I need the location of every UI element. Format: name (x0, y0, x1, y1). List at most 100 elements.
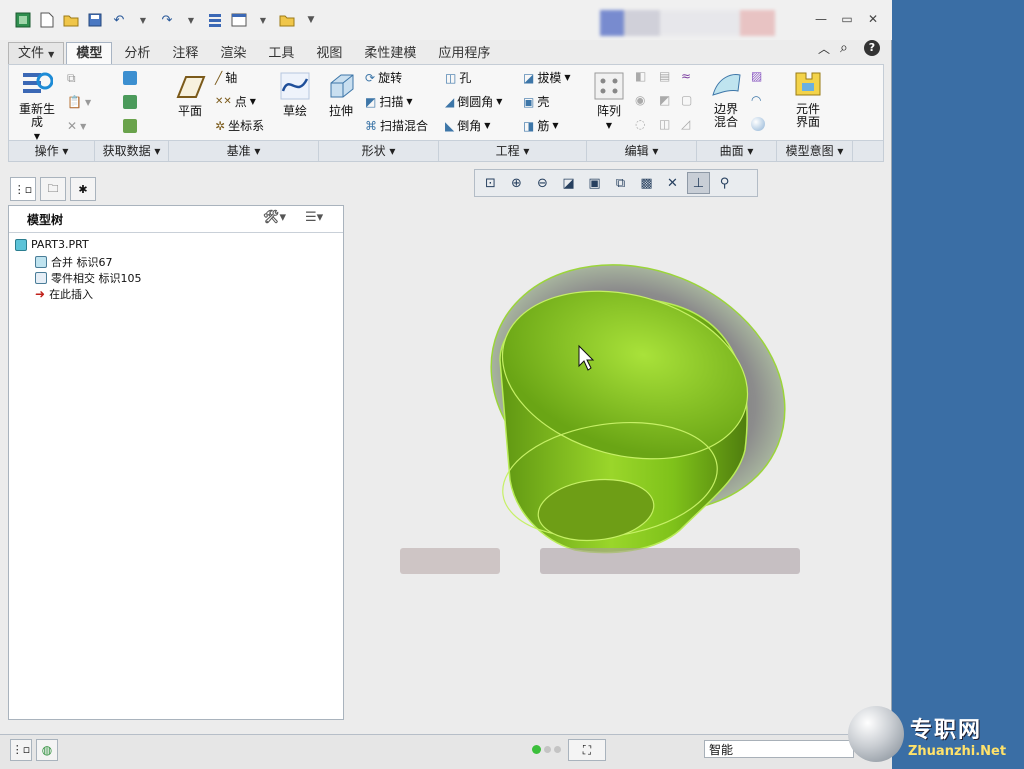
intersect-icon[interactable]: ◌ (635, 117, 645, 131)
point-button[interactable]: ✕✕ 点 ▼ (215, 93, 256, 110)
axis-button[interactable]: ╱ 轴 (215, 69, 237, 86)
show-menu-icon[interactable]: ☰▾ (305, 210, 323, 225)
refit-icon[interactable]: ⊡ (479, 172, 502, 194)
toggle-navigator-icon[interactable]: ⋮▫ (10, 739, 32, 761)
delete-icon[interactable]: ✕ ▼ (67, 119, 86, 133)
tab-file[interactable]: 文件 ▼ (8, 42, 65, 66)
copy-geometry-icon[interactable] (123, 95, 137, 109)
spin-center-icon[interactable]: ⚲ (713, 172, 736, 194)
solidify-icon[interactable]: ◿ (681, 117, 690, 131)
group-editing[interactable]: 编辑 ▾ (587, 141, 697, 161)
tab-view[interactable]: 视图 (306, 42, 352, 66)
boundary-blend-icon (710, 69, 742, 99)
plane-button[interactable]: 平面 (169, 71, 211, 118)
project-icon[interactable]: ≈ (681, 69, 691, 83)
axis-icon: ╱ (215, 70, 223, 85)
new-file-icon[interactable] (38, 11, 56, 29)
customize-qa-icon[interactable]: ▼ (302, 11, 320, 29)
offset-icon[interactable]: ▢ (681, 93, 692, 107)
regenerate-button[interactable]: 重新生成 ▼ (13, 69, 61, 143)
fill-icon[interactable]: ▨ (751, 69, 762, 83)
saved-orientations-icon[interactable]: ⧉ (609, 172, 632, 194)
rib-button[interactable]: ◨ 筋 ▼ (523, 117, 559, 134)
tree-item-part-intersect[interactable]: 零件相交 标识105 (35, 270, 142, 286)
copy-icon[interactable]: ⧉ (67, 71, 76, 86)
paste-icon[interactable]: 📋 ▼ (67, 95, 91, 109)
tab-flexible-modeling[interactable]: 柔性建模 (354, 42, 426, 66)
tree-item-part[interactable]: PART3.PRT (15, 238, 89, 251)
tab-model[interactable]: 模型 (66, 42, 113, 65)
search-icon[interactable]: ⌕ (840, 40, 848, 56)
selection-filter-select[interactable]: 智能 (704, 740, 854, 758)
annotation-display-icon[interactable]: ⊥ (687, 172, 710, 194)
swept-blend-button[interactable]: ⌘ 扫描混合 (365, 117, 428, 134)
settings-icon[interactable]: 🛠▾ (263, 210, 286, 225)
zoom-out-icon[interactable]: ⊖ (531, 172, 554, 194)
merge-icon[interactable]: ◉ (635, 93, 645, 107)
graphics-area[interactable] (350, 200, 886, 728)
tab-render[interactable]: 渲染 (210, 42, 256, 66)
freestyle-icon[interactable] (751, 117, 765, 131)
sketch-button[interactable]: 草绘 (275, 71, 315, 118)
tree-item-merge[interactable]: 合并 标识67 (35, 254, 113, 270)
datum-display-icon[interactable]: ✕ (661, 172, 684, 194)
tab-annotate[interactable]: 注释 (162, 42, 208, 66)
tree-item-insert-here[interactable]: ➜ 在此插入 (35, 286, 93, 302)
round-button[interactable]: ◢ 倒圆角 ▼ (445, 93, 502, 110)
style-icon[interactable]: ◠ (751, 93, 761, 107)
thicken-icon[interactable]: ◫ (659, 117, 670, 131)
browser-toggle-icon[interactable]: ◍ (36, 739, 58, 761)
model-tree-tab-icon[interactable]: ⋮▫ (10, 177, 36, 201)
draft-button[interactable]: ◪ 拔模 ▼ (523, 69, 571, 86)
find-binoculars-icon[interactable]: ⛶ (568, 739, 606, 761)
group-surfaces[interactable]: 曲面 ▾ (697, 141, 777, 161)
sweep-button[interactable]: ◩ 扫描 ▼ (365, 93, 413, 110)
group-get-data[interactable]: 获取数据 ▾ (95, 141, 169, 161)
group-engineering[interactable]: 工程 ▾ (439, 141, 587, 161)
csys-button[interactable]: ✲ 坐标系 (215, 117, 264, 134)
group-shapes[interactable]: 形状 ▾ (319, 141, 439, 161)
folder-browser-tab-icon[interactable]: 🗀 (40, 177, 66, 201)
save-icon[interactable] (86, 11, 104, 29)
trim-icon[interactable]: ◩ (659, 93, 670, 107)
user-defined-feature-icon[interactable] (123, 71, 137, 85)
redo-icon[interactable]: ↷ (158, 11, 176, 29)
zoom-in-icon[interactable]: ⊕ (505, 172, 528, 194)
minimize-ribbon-icon[interactable]: ︿ (818, 40, 830, 57)
group-operations[interactable]: 操作 ▾ (9, 141, 95, 161)
tab-analysis[interactable]: 分析 (114, 42, 160, 66)
close-window-icon[interactable] (278, 11, 296, 29)
windows-icon[interactable] (230, 11, 248, 29)
close-button[interactable]: ✕ (864, 12, 882, 26)
extend-icon[interactable]: ▤ (659, 69, 670, 83)
tab-tools[interactable]: 工具 (258, 42, 304, 66)
favorites-tab-icon[interactable]: ✱ (70, 177, 96, 201)
boundary-blend-button[interactable]: 边界混合 (705, 69, 747, 129)
minimize-button[interactable]: — (812, 12, 830, 26)
revolve-button[interactable]: ⟳ 旋转 (365, 69, 402, 86)
shell-button[interactable]: ▣ 壳 (523, 93, 549, 110)
regenerate-small-icon[interactable] (206, 11, 224, 29)
shrinkwrap-icon[interactable] (123, 119, 137, 133)
ribbon-group-bar: 操作 ▾ 获取数据 ▾ 基准 ▾ 形状 ▾ 工程 ▾ 编辑 ▾ 曲面 ▾ 模型意… (9, 140, 883, 161)
help-icon[interactable]: ? (864, 40, 880, 56)
main-window: ↶ ▼ ↷ ▼ ▼ ▼ — ▭ ✕ 文件 ▼ 模型 分析 注释 渲染 工具 视图 (0, 0, 892, 769)
undo-dropdown-icon[interactable]: ▼ (134, 11, 152, 29)
view-manager-icon[interactable]: ▩ (635, 172, 658, 194)
display-style-icon[interactable]: ▣ (583, 172, 606, 194)
component-interface-button[interactable]: 元件界面 (785, 69, 831, 129)
redo-dropdown-icon[interactable]: ▼ (182, 11, 200, 29)
tab-applications[interactable]: 应用程序 (428, 42, 500, 66)
mirror-icon[interactable]: ◧ (635, 69, 646, 83)
maximize-button[interactable]: ▭ (838, 12, 856, 26)
group-datum[interactable]: 基准 ▾ (169, 141, 319, 161)
chamfer-button[interactable]: ◣ 倒角 ▼ (445, 117, 490, 134)
undo-icon[interactable]: ↶ (110, 11, 128, 29)
windows-dropdown-icon[interactable]: ▼ (254, 11, 272, 29)
repaint-icon[interactable]: ◪ (557, 172, 580, 194)
group-model-intent[interactable]: 模型意图 ▾ (777, 141, 853, 161)
open-folder-icon[interactable] (62, 11, 80, 29)
pattern-button[interactable]: 阵列 ▼ (591, 71, 627, 132)
hole-button[interactable]: ◫ 孔 (445, 69, 471, 86)
extrude-button[interactable]: 拉伸 (321, 71, 361, 118)
